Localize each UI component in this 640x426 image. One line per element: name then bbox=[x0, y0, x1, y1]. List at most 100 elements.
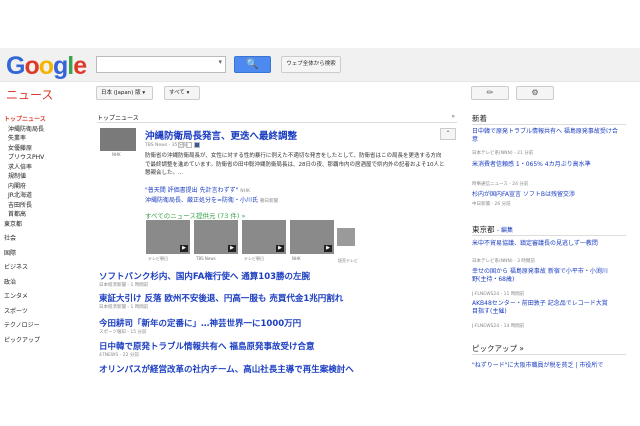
related-link[interactable]: "普天間 評価書提出 先計言わずず" NHK bbox=[145, 185, 250, 194]
edition-label: 日本 (Japan) 版 bbox=[101, 90, 141, 96]
story-headline[interactable]: 東証大引け 反落 欧州不安後退、円高一服も 売買代金1兆円割れ bbox=[99, 292, 343, 304]
edition-select[interactable]: 日本 (Japan) 版 ▾ bbox=[96, 86, 153, 100]
sidebar-item[interactable]: テクノロジー bbox=[4, 321, 46, 331]
sidebar-item[interactable]: エンタメ bbox=[4, 292, 46, 302]
image-caption: TBS News bbox=[196, 256, 216, 261]
sidebar-item[interactable]: 国際 bbox=[4, 249, 46, 259]
story-headline[interactable]: オリンパスが経営改革の社内チーム、高山社長主導で再生案検討へ bbox=[99, 363, 354, 375]
top-news-title: トップニュース bbox=[97, 115, 139, 122]
play-icon: ▶ bbox=[324, 245, 332, 252]
story-headline[interactable]: 今田耕司「新年の定番に」…神芸世界一に1000万円 bbox=[99, 317, 301, 329]
mail-icon[interactable] bbox=[178, 142, 184, 148]
logo-letter: o bbox=[24, 52, 39, 80]
sidebar-item[interactable]: 女優藤原 bbox=[4, 144, 46, 154]
play-icon: ▶ bbox=[276, 245, 284, 252]
tokyo-item[interactable]: 米中不貿易協議、鎮定審議長の見逃しず一教問 bbox=[472, 240, 612, 248]
chevron-down-icon: ▾ bbox=[186, 90, 190, 96]
related-source: NHK bbox=[240, 189, 250, 194]
newest-item[interactable]: 日中韓で原発トラブル情報共有へ 福島原発事故受け合意 bbox=[472, 128, 622, 144]
divider bbox=[472, 124, 626, 125]
newest-source: 中日新聞 - 26 分前 bbox=[472, 202, 511, 207]
tokyo-item[interactable]: 幸せの国から 福島原発事故 新宿で小平市・小渕川野(主待・68歳) bbox=[472, 268, 612, 284]
tokyo-header: 東京都 - 編集 bbox=[472, 224, 513, 235]
tokyo-source: J-FLNEWS24 - 11 時間前 bbox=[472, 292, 525, 297]
sidebar-item[interactable]: 失業率 bbox=[4, 134, 46, 144]
image-caption: テレビ朝日 bbox=[148, 256, 168, 261]
video-thumb[interactable]: ▶ TBS News bbox=[194, 220, 238, 261]
newest-item[interactable]: 米消費者信頼感 1・065% 4カ月ぶり高水準 bbox=[472, 161, 591, 169]
video-thumb[interactable]: ▶ テレビ朝日 bbox=[242, 220, 286, 261]
story-headline[interactable]: 日中韓で原発トラブル情報共有へ 福島原発事故受け合意 bbox=[99, 340, 314, 352]
lead-snippet: 防衛省の沖縄防衛局長が、女性に対する性的暴行に例えた不適切な発言をしたとして、防… bbox=[145, 153, 445, 176]
facebook-icon[interactable] bbox=[194, 142, 200, 148]
chevron-down-icon: ▾ bbox=[142, 90, 146, 96]
play-icon: ▶ bbox=[180, 245, 188, 252]
expand-arrow-icon[interactable]: » bbox=[451, 113, 455, 120]
story-source: 日本経済新聞 - 1 時間前 bbox=[99, 305, 149, 310]
divider bbox=[472, 235, 626, 236]
share-icons bbox=[178, 142, 200, 148]
image-strip: ▶ テレビ朝日 ▶ TBS News ▶ テレビ朝日 ▶ NHK bbox=[146, 220, 334, 261]
image-caption: 読売テレビ bbox=[338, 258, 358, 263]
logo-letter: G bbox=[6, 52, 25, 80]
sidebar-item[interactable]: プリウスPHV bbox=[4, 153, 46, 163]
sidebar-item[interactable]: 首都高 bbox=[4, 210, 46, 220]
web-search-button[interactable]: ウェブ全体から検索 bbox=[281, 56, 341, 73]
section-title: ニュース bbox=[6, 88, 54, 102]
sidebar-item[interactable]: ピックアップ bbox=[4, 336, 46, 346]
story-source: 日本経済新聞 - 1 時間前 bbox=[99, 283, 149, 288]
sidebar: トップニュース 沖縄防衛局長 失業率 女優藤原 プリウスPHV 求人倍率 規制値… bbox=[4, 115, 46, 345]
logo-letter: o bbox=[38, 52, 54, 80]
google-logo[interactable]: Google bbox=[6, 52, 87, 81]
collapse-button[interactable]: ⌃ bbox=[440, 128, 456, 140]
sidebar-item[interactable]: JR北海道 bbox=[4, 191, 46, 201]
logo-letter: e bbox=[73, 52, 87, 80]
video-thumb[interactable]: ▶ テレビ朝日 bbox=[146, 220, 190, 261]
logo-letter: g bbox=[53, 52, 68, 80]
sidebar-item[interactable]: ビジネス bbox=[4, 263, 46, 273]
thumb-source: NHK bbox=[112, 152, 121, 157]
gear-icon: ⚙ bbox=[531, 88, 539, 97]
sidebar-item[interactable]: 社会 bbox=[4, 234, 46, 244]
pencil-icon: ✏ bbox=[486, 88, 494, 97]
pickup-item[interactable]: "ねずりード"に大阪市職員が税を貧乏 | 市役所で bbox=[472, 362, 603, 370]
sidebar-item[interactable]: 吉田所長 bbox=[4, 201, 46, 211]
sidebar-item[interactable]: 沖縄防衛局長 bbox=[4, 125, 46, 135]
newest-item[interactable]: 杉内が国内FA宣言 ソフトBは残留交渉 bbox=[472, 191, 575, 199]
image-caption: テレビ朝日 bbox=[244, 256, 264, 261]
related-title: "普天間 評価書提出 先計言わずず" bbox=[145, 187, 239, 194]
twitter-icon[interactable] bbox=[186, 142, 192, 148]
tokyo-source: J-FLNEWS24 - 14 時間前 bbox=[472, 324, 525, 329]
play-icon: ▶ bbox=[228, 245, 236, 252]
all-news-link[interactable]: すべてのニュース提供元 (73 件) » bbox=[145, 210, 245, 220]
edit-button[interactable]: ✏ bbox=[471, 86, 509, 100]
tokyo-source: 日本テレビ系(NNN) - 3 時間前 bbox=[472, 259, 535, 264]
lead-thumbnail[interactable]: NHK bbox=[100, 128, 136, 157]
newest-source: 日本テレビ系(NNN) - 21 分前 bbox=[472, 151, 534, 156]
pickup-title[interactable]: ピックアップ » bbox=[472, 343, 524, 354]
tokyo-item[interactable]: AKB48センター・前田敦子 記念品でレコード大賞目指す(主催) bbox=[472, 300, 612, 316]
sidebar-item[interactable]: 規制値 bbox=[4, 172, 46, 182]
related-source: 朝日新聞 bbox=[259, 199, 278, 204]
tokyo-edit-link[interactable]: - 編集 bbox=[497, 227, 513, 234]
lead-headline[interactable]: 沖縄防衛局長発言、更迭へ最終調整 bbox=[145, 128, 297, 142]
sidebar-item[interactable]: 政治 bbox=[4, 278, 46, 288]
newest-title: 新着 bbox=[472, 114, 487, 123]
chevron-up-icon: ⌃ bbox=[445, 130, 451, 137]
settings-button[interactable]: ⚙ bbox=[516, 86, 554, 100]
story-headline[interactable]: ソフトバンク杉内、国内FA権行使へ 通算103勝の左腕 bbox=[99, 270, 310, 282]
sidebar-item[interactable]: 内閣府 bbox=[4, 182, 46, 192]
sidebar-item[interactable]: 東京都 bbox=[4, 220, 46, 230]
story-source: 47NEWS - 22 分前 bbox=[99, 353, 139, 358]
more-images[interactable]: 読売テレビ bbox=[337, 228, 358, 263]
sidebar-item[interactable]: スポーツ bbox=[4, 307, 46, 317]
related-link[interactable]: 沖縄防衛局長、厳正処分を=防衛・小川氏 朝日新聞 bbox=[145, 195, 278, 204]
search-button[interactable]: 🔍 bbox=[234, 56, 271, 73]
filter-select[interactable]: すべて ▾ bbox=[164, 86, 200, 100]
sidebar-item[interactable]: 求人倍率 bbox=[4, 163, 46, 173]
image-caption: NHK bbox=[292, 256, 301, 261]
filter-label: すべて bbox=[169, 90, 185, 96]
sidebar-item-top[interactable]: トップニュース bbox=[4, 115, 46, 125]
video-thumb[interactable]: ▶ NHK bbox=[290, 220, 334, 261]
search-input[interactable] bbox=[96, 56, 226, 73]
